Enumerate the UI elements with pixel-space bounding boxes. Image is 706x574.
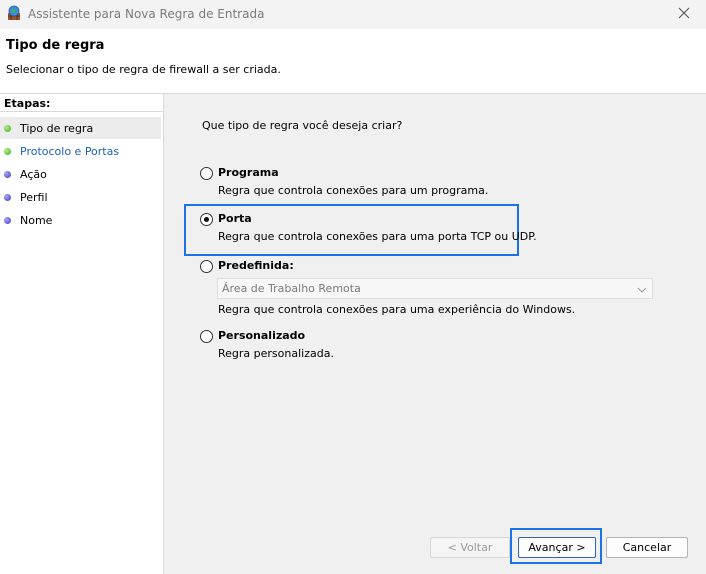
main-panel: Que tipo de regra você deseja criar? Pro… (164, 94, 706, 574)
step-acao[interactable]: Ação (0, 163, 161, 185)
step-label: Protocolo e Portas (20, 145, 120, 158)
option-description: Regra que controla conexões para uma exp… (218, 303, 576, 316)
page-description: Selecionar o tipo de regra de firewall a… (6, 63, 281, 76)
step-protocolo-e-portas[interactable]: Protocolo e Portas (0, 140, 161, 162)
dropdown-value: Área de Trabalho Remota (222, 282, 361, 295)
close-button[interactable] (662, 0, 706, 29)
next-button[interactable]: Avançar > (518, 537, 596, 558)
option-title: Programa (218, 166, 279, 179)
cancel-button[interactable]: Cancelar (606, 537, 688, 558)
step-pending-icon (4, 217, 11, 224)
option-description: Regra que controla conexões para uma por… (218, 230, 537, 243)
step-perfil[interactable]: Perfil (0, 186, 161, 208)
step-label: Perfil (20, 191, 48, 204)
close-icon (678, 7, 690, 22)
step-nome[interactable]: Nome (0, 209, 161, 231)
radio-predefinida[interactable] (200, 260, 213, 273)
back-button[interactable]: < Voltar (430, 537, 510, 558)
option-title: Porta (218, 212, 252, 225)
option-title: Personalizado (218, 329, 306, 342)
chevron-down-icon (637, 284, 647, 297)
question-text: Que tipo de regra você deseja criar? (202, 119, 403, 132)
option-title: Predefinida: (218, 259, 294, 272)
radio-porta[interactable] (200, 213, 213, 226)
wizard-header: Tipo de regra Selecionar o tipo de regra… (0, 29, 706, 93)
step-done-icon (4, 125, 11, 132)
window-title: Assistente para Nova Regra de Entrada (28, 7, 265, 21)
radio-programa[interactable] (200, 167, 213, 180)
radio-personalizado[interactable] (200, 330, 213, 343)
option-description: Regra personalizada. (218, 347, 334, 360)
title-bar: Assistente para Nova Regra de Entrada (0, 0, 706, 29)
page-title: Tipo de regra (6, 38, 105, 53)
step-label: Nome (20, 214, 53, 227)
steps-sidebar: Etapas: Tipo de regra Protocolo e Portas… (0, 94, 164, 574)
step-label: Ação (20, 168, 47, 181)
step-done-icon (4, 148, 11, 155)
step-tipo-de-regra[interactable]: Tipo de regra (0, 117, 161, 139)
firewall-wizard-icon (6, 5, 22, 21)
step-label: Tipo de regra (20, 122, 94, 135)
steps-divider (0, 111, 163, 112)
step-pending-icon (4, 171, 11, 178)
option-description: Regra que controla conexões para um prog… (218, 184, 489, 197)
step-pending-icon (4, 194, 11, 201)
steps-label: Etapas: (4, 97, 51, 110)
predefined-rule-dropdown[interactable]: Área de Trabalho Remota (217, 278, 653, 299)
